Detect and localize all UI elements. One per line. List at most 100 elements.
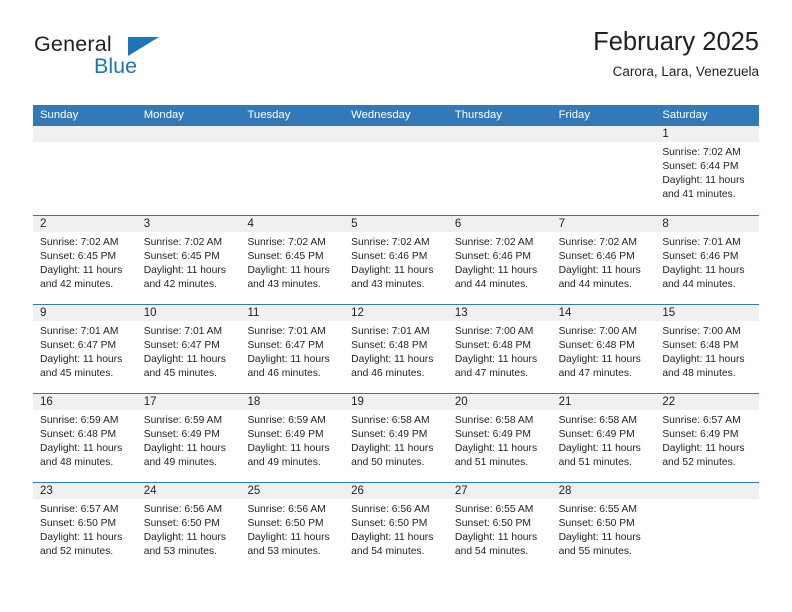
day-number-band: 26 <box>344 483 448 499</box>
calendar-day-4[interactable]: 4 Sunrise: 7:02 AM Sunset: 6:45 PM Daylight… <box>240 216 345 304</box>
day-number: 11 <box>247 307 260 319</box>
calendar-day-5[interactable]: 5 Sunrise: 7:02 AM Sunset: 6:46 PM Daylight… <box>344 216 448 304</box>
daylight-line-1: Daylight: 11 hours <box>40 354 123 366</box>
daylight-text: Daylight: 11 hours and 42 minutes. <box>144 264 235 292</box>
calendar-day-empty <box>33 126 137 215</box>
calendar-day-15[interactable]: 15 Sunrise: 7:00 AM Sunset: 6:48 PM Dayligh… <box>655 305 760 393</box>
daylight-text: Daylight: 11 hours and 52 minutes. <box>662 442 753 470</box>
daylight-text: Daylight: 11 hours and 53 minutes. <box>247 531 338 559</box>
calendar-day-9[interactable]: 9 Sunrise: 7:01 AM Sunset: 6:47 PM Daylight… <box>33 305 137 393</box>
day-number-band: 14 <box>551 305 656 321</box>
calendar-page: General Blue February 2025 Carora, Lara,… <box>0 0 792 612</box>
brand-logo[interactable]: General Blue <box>33 32 243 94</box>
calendar-week-row: 23 Sunrise: 6:57 AM Sunset: 6:50 PM Dayligh… <box>33 482 760 571</box>
calendar-day-24[interactable]: 24 Sunrise: 6:56 AM Sunset: 6:50 PM Dayligh… <box>136 483 241 571</box>
daylight-line-2: and 54 minutes. <box>454 546 529 558</box>
day-number-band: 10 <box>136 305 241 321</box>
sunrise-text: Sunrise: 7:01 AM <box>40 326 119 337</box>
calendar-day-14[interactable]: 14 Sunrise: 7:00 AM Sunset: 6:48 PM Dayligh… <box>551 305 656 393</box>
daylight-line-2: and 47 minutes. <box>454 368 529 380</box>
calendar-day-12[interactable]: 12 Sunrise: 7:01 AM Sunset: 6:48 PM Dayligh… <box>344 305 448 393</box>
calendar-day-19[interactable]: 19 Sunrise: 6:58 AM Sunset: 6:49 PM Dayligh… <box>344 394 448 482</box>
calendar-day-27[interactable]: 27 Sunrise: 6:55 AM Sunset: 6:50 PM Dayligh… <box>447 483 552 571</box>
day-details: Sunrise: 6:57 AM Sunset: 6:50 PM Daylight:… <box>33 499 137 559</box>
daylight-text: Daylight: 11 hours and 51 minutes. <box>455 442 546 470</box>
daylight-line-1: Daylight: 11 hours <box>454 354 538 366</box>
sunrise-text: Sunrise: 7:02 AM <box>351 237 430 248</box>
calendar-day-25[interactable]: 25 Sunrise: 6:56 AM Sunset: 6:50 PM Dayligh… <box>240 483 345 571</box>
day-details: Sunrise: 7:02 AM Sunset: 6:46 PM Daylight:… <box>344 232 448 292</box>
calendar-day-7[interactable]: 7 Sunrise: 7:02 AM Sunset: 6:46 PM Daylight… <box>551 216 656 304</box>
day-number: 24 <box>143 485 157 497</box>
daylight-line-1: Daylight: 11 hours <box>40 532 123 544</box>
day-details: Sunrise: 7:02 AM Sunset: 6:46 PM Daylight:… <box>552 232 656 292</box>
day-number: 28 <box>558 485 572 497</box>
day-details: Sunrise: 7:02 AM Sunset: 6:44 PM Daylight:… <box>655 142 759 202</box>
daylight-line-1: Daylight: 11 hours <box>351 443 434 455</box>
calendar-day-1[interactable]: 1 Sunrise: 7:02 AM Sunset: 6:44 PM Daylight… <box>655 126 760 215</box>
sunrise-text: Sunrise: 7:02 AM <box>662 147 741 158</box>
sunset-text: Sunset: 6:49 PM <box>247 429 324 441</box>
daylight-text: Daylight: 11 hours and 47 minutes. <box>559 353 650 381</box>
calendar-day-3[interactable]: 3 Sunrise: 7:02 AM Sunset: 6:45 PM Daylight… <box>136 216 241 304</box>
calendar-day-6[interactable]: 6 Sunrise: 7:02 AM Sunset: 6:46 PM Daylight… <box>447 216 552 304</box>
sunrise-text: Sunrise: 7:00 AM <box>558 326 638 337</box>
day-number-band: 17 <box>136 394 241 410</box>
brand-name-general: General <box>34 32 112 56</box>
daylight-text: Daylight: 11 hours and 45 minutes. <box>144 353 235 381</box>
daylight-line-1: Daylight: 11 hours <box>662 175 745 187</box>
calendar-day-18[interactable]: 18 Sunrise: 6:59 AM Sunset: 6:49 PM Dayligh… <box>240 394 345 482</box>
day-number-band: 24 <box>136 483 241 499</box>
daylight-line-2: and 43 minutes. <box>351 279 425 291</box>
sunrise-text: Sunrise: 6:59 AM <box>143 415 223 426</box>
calendar-day-11[interactable]: 11 Sunrise: 7:01 AM Sunset: 6:47 PM Dayligh… <box>240 305 345 393</box>
day-number: 27 <box>454 485 468 497</box>
sunset-text: Sunset: 6:49 PM <box>662 429 739 441</box>
day-number: 7 <box>558 218 565 230</box>
daylight-line-1: Daylight: 11 hours <box>247 532 330 544</box>
calendar-day-8[interactable]: 8 Sunrise: 7:01 AM Sunset: 6:46 PM Daylight… <box>655 216 760 304</box>
day-details: Sunrise: 7:01 AM Sunset: 6:47 PM Daylight:… <box>137 321 241 381</box>
day-number-band: 15 <box>655 305 760 321</box>
calendar-day-10[interactable]: 10 Sunrise: 7:01 AM Sunset: 6:47 PM Dayligh… <box>136 305 241 393</box>
calendar-day-13[interactable]: 13 Sunrise: 7:00 AM Sunset: 6:48 PM Dayligh… <box>447 305 552 393</box>
daylight-text: Daylight: 11 hours and 47 minutes. <box>455 353 546 381</box>
calendar-day-empty <box>240 126 345 215</box>
weekday-header-tuesday: Tuesday <box>247 109 291 121</box>
day-number: 8 <box>662 218 669 230</box>
calendar-week-row: 1 Sunrise: 7:02 AM Sunset: 6:44 PM Daylight… <box>33 126 760 215</box>
day-number-band: 19 <box>344 394 448 410</box>
day-number: 14 <box>558 307 572 319</box>
day-number: 9 <box>40 307 47 319</box>
calendar-grid: Sunday Monday Tuesday Wednesday Thursday Frid… <box>33 105 760 571</box>
calendar-day-21[interactable]: 21 Sunrise: 6:58 AM Sunset: 6:49 PM Dayligh… <box>551 394 656 482</box>
sunset-text: Sunset: 6:46 PM <box>662 251 739 263</box>
day-number: 1 <box>662 128 669 140</box>
day-number: 17 <box>143 396 157 408</box>
sunrise-text: Sunrise: 6:56 AM <box>247 504 326 515</box>
calendar-day-20[interactable]: 20 Sunrise: 6:58 AM Sunset: 6:49 PM Dayligh… <box>447 394 552 482</box>
day-details: Sunrise: 6:56 AM Sunset: 6:50 PM Daylight:… <box>240 499 344 559</box>
calendar-day-16[interactable]: 16 Sunrise: 6:59 AM Sunset: 6:48 PM Dayligh… <box>33 394 137 482</box>
calendar-day-17[interactable]: 17 Sunrise: 6:59 AM Sunset: 6:49 PM Dayligh… <box>136 394 241 482</box>
calendar-day-26[interactable]: 26 Sunrise: 6:56 AM Sunset: 6:50 PM Dayligh… <box>344 483 448 571</box>
calendar-week-row: 9 Sunrise: 7:01 AM Sunset: 6:47 PM Daylight… <box>33 304 760 393</box>
sunrise-text: Sunrise: 6:59 AM <box>40 415 119 426</box>
daylight-text: Daylight: 11 hours and 44 minutes. <box>455 264 546 292</box>
calendar-day-2[interactable]: 2 Sunrise: 7:02 AM Sunset: 6:45 PM Daylight… <box>33 216 137 304</box>
day-number: 22 <box>662 396 676 408</box>
daylight-text: Daylight: 11 hours and 52 minutes. <box>40 531 131 559</box>
sunrise-text: Sunrise: 7:02 AM <box>454 237 534 248</box>
calendar-day-22[interactable]: 22 Sunrise: 6:57 AM Sunset: 6:49 PM Dayligh… <box>655 394 760 482</box>
day-details: Sunrise: 7:02 AM Sunset: 6:45 PM Daylight:… <box>240 232 344 292</box>
calendar-day-23[interactable]: 23 Sunrise: 6:57 AM Sunset: 6:50 PM Dayligh… <box>33 483 137 571</box>
daylight-line-2: and 44 minutes. <box>558 279 632 291</box>
day-details: Sunrise: 7:01 AM Sunset: 6:47 PM Daylight:… <box>33 321 137 381</box>
daylight-line-2: and 51 minutes. <box>558 457 632 469</box>
sunrise-text: Sunrise: 7:02 AM <box>40 237 119 248</box>
sunset-text: Sunset: 6:45 PM <box>40 251 117 263</box>
day-details: Sunrise: 7:01 AM Sunset: 6:48 PM Daylight:… <box>344 321 448 381</box>
daylight-text: Daylight: 11 hours and 50 minutes. <box>351 442 442 470</box>
title-block: February 2025 Carora, Lara, Venezuela <box>593 28 759 80</box>
calendar-day-28[interactable]: 28 Sunrise: 6:55 AM Sunset: 6:50 PM Dayligh… <box>551 483 656 571</box>
